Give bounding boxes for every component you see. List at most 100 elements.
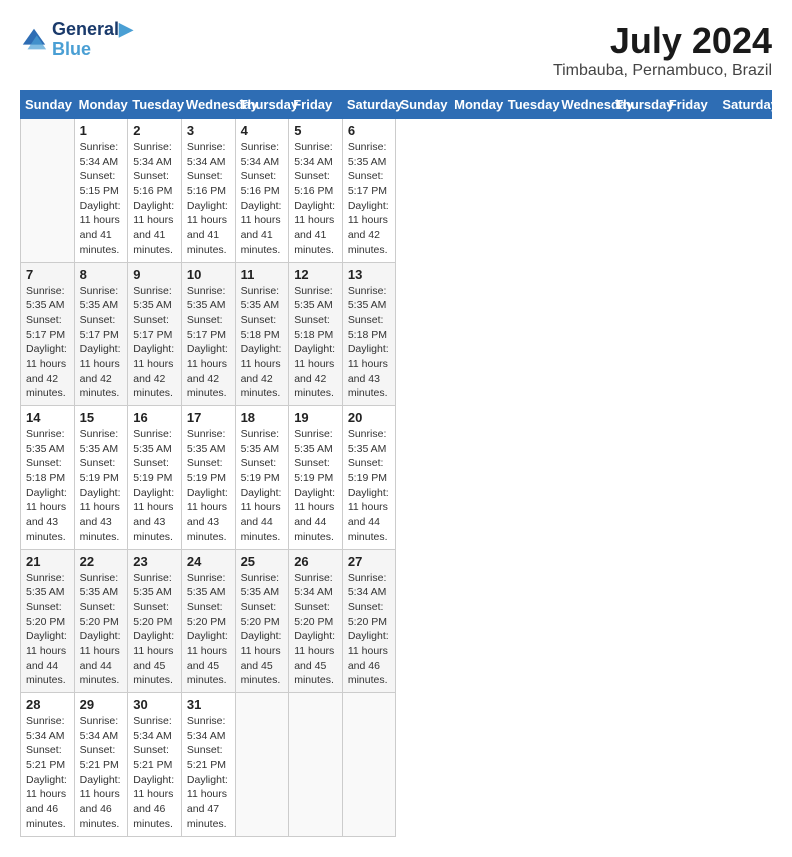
day-number: 30: [133, 697, 176, 712]
day-info: Sunrise: 5:35 AMSunset: 5:20 PMDaylight:…: [187, 571, 230, 689]
column-header-monday: Monday: [450, 91, 504, 119]
day-number: 20: [348, 410, 391, 425]
calendar-cell: 17 Sunrise: 5:35 AMSunset: 5:19 PMDayligh…: [181, 406, 235, 550]
calendar-cell: 11Sunrise: 5:35 AMSunset: 5:18 PMDayligh…: [235, 262, 289, 406]
day-number: 17: [187, 410, 230, 425]
column-header-saturday: Saturday: [342, 91, 396, 119]
day-info: Sunrise: 5:35 AMSunset: 5:17 PMDaylight:…: [26, 284, 69, 402]
calendar-cell: 16Sunrise: 5:35 AMSunset: 5:19 PMDayligh…: [128, 406, 182, 550]
column-header-thursday: Thursday: [611, 91, 665, 119]
calendar-cell: 12 Sunrise: 5:35 AMSunset: 5:18 PMDayligh…: [289, 262, 343, 406]
column-header-wednesday: Wednesday: [181, 91, 235, 119]
day-number: 31: [187, 697, 230, 712]
column-header-monday: Monday: [74, 91, 128, 119]
calendar-cell: 22 Sunrise: 5:35 AMSunset: 5:20 PMDayligh…: [74, 549, 128, 693]
day-info: Sunrise: 5:35 AMSunset: 5:17 PMDaylight:…: [187, 284, 230, 402]
calendar-cell: 18 Sunrise: 5:35 AMSunset: 5:19 PMDayligh…: [235, 406, 289, 550]
day-info: Sunrise: 5:34 AMSunset: 5:20 PMDaylight:…: [348, 571, 391, 689]
column-header-tuesday: Tuesday: [128, 91, 182, 119]
calendar-cell: 25 Sunrise: 5:35 AMSunset: 5:20 PMDayligh…: [235, 549, 289, 693]
calendar-cell: 8Sunrise: 5:35 AMSunset: 5:17 PMDaylight…: [74, 262, 128, 406]
calendar-cell: 29 Sunrise: 5:34 AMSunset: 5:21 PMDayligh…: [74, 693, 128, 837]
day-info: Sunrise: 5:35 AMSunset: 5:19 PMDaylight:…: [241, 427, 284, 545]
calendar-cell: 6 Sunrise: 5:35 AMSunset: 5:17 PMDaylight…: [342, 119, 396, 263]
calendar-cell: 7 Sunrise: 5:35 AMSunset: 5:17 PMDaylight…: [21, 262, 75, 406]
column-header-sunday: Sunday: [396, 91, 450, 119]
calendar-cell: 9Sunrise: 5:35 AMSunset: 5:17 PMDaylight…: [128, 262, 182, 406]
day-info: Sunrise: 5:34 AMSunset: 5:21 PMDaylight:…: [80, 714, 123, 832]
calendar-cell: 15 Sunrise: 5:35 AMSunset: 5:19 PMDayligh…: [74, 406, 128, 550]
day-info: Sunrise: 5:34 AMSunset: 5:16 PMDaylight:…: [294, 140, 337, 258]
day-info: Sunrise: 5:35 AMSunset: 5:17 PMDaylight:…: [348, 140, 391, 258]
day-info: Sunrise: 5:35 AMSunset: 5:19 PMDaylight:…: [133, 427, 176, 545]
day-number: 3: [187, 123, 230, 138]
calendar-cell: 2Sunrise: 5:34 AMSunset: 5:16 PMDaylight…: [128, 119, 182, 263]
day-info: Sunrise: 5:35 AMSunset: 5:18 PMDaylight:…: [26, 427, 69, 545]
day-info: Sunrise: 5:34 AMSunset: 5:15 PMDaylight:…: [80, 140, 123, 258]
day-number: 7: [26, 267, 69, 282]
day-info: Sunrise: 5:35 AMSunset: 5:19 PMDaylight:…: [348, 427, 391, 545]
calendar-week-row: 7 Sunrise: 5:35 AMSunset: 5:17 PMDaylight…: [21, 262, 772, 406]
calendar-week-row: 21Sunrise: 5:35 AMSunset: 5:20 PMDayligh…: [21, 549, 772, 693]
day-number: 6: [348, 123, 391, 138]
day-info: Sunrise: 5:35 AMSunset: 5:20 PMDaylight:…: [80, 571, 123, 689]
calendar-cell: 19 Sunrise: 5:35 AMSunset: 5:19 PMDayligh…: [289, 406, 343, 550]
day-number: 29: [80, 697, 123, 712]
day-info: Sunrise: 5:35 AMSunset: 5:19 PMDaylight:…: [294, 427, 337, 545]
calendar-cell: [21, 119, 75, 263]
calendar-cell: 20 Sunrise: 5:35 AMSunset: 5:19 PMDayligh…: [342, 406, 396, 550]
day-info: Sunrise: 5:35 AMSunset: 5:20 PMDaylight:…: [133, 571, 176, 689]
day-info: Sunrise: 5:34 AMSunset: 5:21 PMDaylight:…: [26, 714, 69, 832]
column-header-tuesday: Tuesday: [503, 91, 557, 119]
calendar-cell: 14 Sunrise: 5:35 AMSunset: 5:18 PMDayligh…: [21, 406, 75, 550]
day-info: Sunrise: 5:35 AMSunset: 5:20 PMDaylight:…: [241, 571, 284, 689]
column-header-wednesday: Wednesday: [557, 91, 611, 119]
calendar-week-row: 1Sunrise: 5:34 AMSunset: 5:15 PMDaylight…: [21, 119, 772, 263]
logo-text: General▶ Blue: [52, 20, 133, 60]
page-header: General▶ Blue July 2024 Timbauba, Pernam…: [20, 20, 772, 80]
day-number: 28: [26, 697, 69, 712]
column-header-friday: Friday: [289, 91, 343, 119]
day-number: 26: [294, 554, 337, 569]
day-number: 23: [133, 554, 176, 569]
calendar-week-row: 14 Sunrise: 5:35 AMSunset: 5:18 PMDayligh…: [21, 406, 772, 550]
day-number: 12: [294, 267, 337, 282]
title-block: July 2024 Timbauba, Pernambuco, Brazil: [553, 20, 772, 80]
calendar-cell: 27Sunrise: 5:34 AMSunset: 5:20 PMDayligh…: [342, 549, 396, 693]
calendar-cell: 30 Sunrise: 5:34 AMSunset: 5:21 PMDayligh…: [128, 693, 182, 837]
calendar-cell: 5 Sunrise: 5:34 AMSunset: 5:16 PMDaylight…: [289, 119, 343, 263]
day-number: 18: [241, 410, 284, 425]
calendar-cell: 21Sunrise: 5:35 AMSunset: 5:20 PMDayligh…: [21, 549, 75, 693]
day-info: Sunrise: 5:35 AMSunset: 5:19 PMDaylight:…: [80, 427, 123, 545]
day-info: Sunrise: 5:35 AMSunset: 5:19 PMDaylight:…: [187, 427, 230, 545]
calendar-cell: 31Sunrise: 5:34 AMSunset: 5:21 PMDayligh…: [181, 693, 235, 837]
day-number: 2: [133, 123, 176, 138]
day-info: Sunrise: 5:34 AMSunset: 5:20 PMDaylight:…: [294, 571, 337, 689]
month-title: July 2024: [553, 20, 772, 62]
day-number: 25: [241, 554, 284, 569]
calendar-cell: 4Sunrise: 5:34 AMSunset: 5:16 PMDaylight…: [235, 119, 289, 263]
calendar-cell: [289, 693, 343, 837]
logo: General▶ Blue: [20, 20, 133, 60]
location-title: Timbauba, Pernambuco, Brazil: [553, 62, 772, 80]
day-info: Sunrise: 5:34 AMSunset: 5:16 PMDaylight:…: [187, 140, 230, 258]
day-number: 10: [187, 267, 230, 282]
calendar-cell: 3 Sunrise: 5:34 AMSunset: 5:16 PMDaylight…: [181, 119, 235, 263]
calendar-cell: [235, 693, 289, 837]
calendar-header-row: SundayMondayTuesdayWednesdayThursdayFrid…: [21, 91, 772, 119]
calendar-week-row: 28 Sunrise: 5:34 AMSunset: 5:21 PMDayligh…: [21, 693, 772, 837]
calendar-cell: [342, 693, 396, 837]
day-number: 5: [294, 123, 337, 138]
day-info: Sunrise: 5:34 AMSunset: 5:21 PMDaylight:…: [133, 714, 176, 832]
day-number: 15: [80, 410, 123, 425]
column-header-sunday: Sunday: [21, 91, 75, 119]
day-info: Sunrise: 5:35 AMSunset: 5:18 PMDaylight:…: [294, 284, 337, 402]
column-header-friday: Friday: [664, 91, 718, 119]
day-number: 19: [294, 410, 337, 425]
column-header-thursday: Thursday: [235, 91, 289, 119]
calendar-cell: 13Sunrise: 5:35 AMSunset: 5:18 PMDayligh…: [342, 262, 396, 406]
day-info: Sunrise: 5:35 AMSunset: 5:17 PMDaylight:…: [80, 284, 123, 402]
day-number: 22: [80, 554, 123, 569]
day-number: 14: [26, 410, 69, 425]
calendar-cell: 10 Sunrise: 5:35 AMSunset: 5:17 PMDayligh…: [181, 262, 235, 406]
